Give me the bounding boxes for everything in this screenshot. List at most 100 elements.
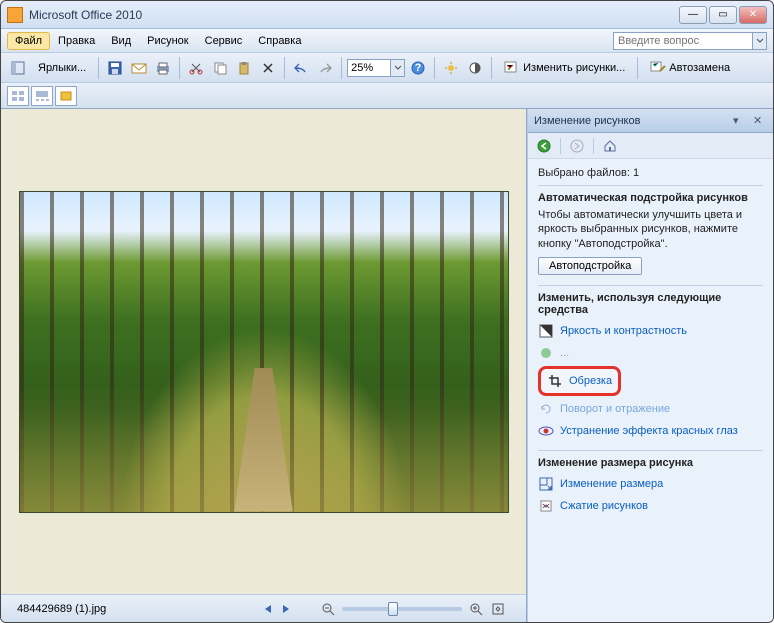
delete-button[interactable] bbox=[257, 57, 279, 79]
auto-brightness-button[interactable] bbox=[440, 57, 462, 79]
menu-tools[interactable]: Сервис bbox=[197, 32, 251, 50]
color-icon bbox=[538, 345, 554, 361]
clipboard-icon bbox=[237, 61, 251, 75]
chevron-down-icon bbox=[756, 38, 764, 44]
fit-window-button[interactable] bbox=[490, 601, 506, 617]
question-input[interactable] bbox=[613, 32, 753, 50]
brightness-contrast-icon bbox=[538, 323, 554, 339]
close-button[interactable]: ✕ bbox=[739, 6, 767, 24]
auto-contrast-button[interactable] bbox=[464, 57, 486, 79]
task-pane-menu-button[interactable]: ▾ bbox=[733, 114, 747, 128]
task-pane: Изменение рисунков ▾ ✕ Выбрано файлов: 1… bbox=[527, 109, 773, 622]
fit-icon bbox=[491, 602, 505, 616]
thumbnail-view-button[interactable] bbox=[7, 86, 29, 106]
brightness-icon bbox=[444, 61, 458, 75]
forest-image bbox=[19, 191, 509, 513]
print-button[interactable] bbox=[152, 57, 174, 79]
app-icon bbox=[7, 7, 23, 23]
chevron-down-icon bbox=[394, 65, 402, 71]
color-link[interactable]: ... bbox=[538, 342, 763, 364]
redo-icon bbox=[317, 62, 333, 74]
zoom-out-icon bbox=[321, 602, 335, 616]
zoom-in-button[interactable] bbox=[468, 601, 484, 617]
compress-link[interactable]: Сжатие рисунков bbox=[538, 495, 763, 517]
svg-text:?: ? bbox=[415, 62, 422, 74]
next-image-button[interactable] bbox=[278, 601, 294, 617]
task-pane-body: Выбрано файлов: 1 Автоматическая подстро… bbox=[528, 159, 773, 622]
rotate-link[interactable]: Поворот и отражение bbox=[538, 398, 763, 420]
auto-section-title: Автоматическая подстройка рисунков bbox=[538, 192, 763, 204]
home-icon bbox=[603, 139, 617, 153]
contrast-icon bbox=[468, 61, 482, 75]
menu-edit[interactable]: Правка bbox=[50, 32, 103, 50]
help-button[interactable]: ? bbox=[407, 57, 429, 79]
task-pane-close-button[interactable]: ✕ bbox=[753, 114, 767, 128]
auto-section-desc: Чтобы автоматически улучшить цвета и ярк… bbox=[538, 208, 763, 251]
envelope-icon bbox=[131, 61, 147, 75]
crop-link[interactable]: Обрезка bbox=[547, 373, 612, 389]
undo-button[interactable] bbox=[290, 57, 312, 79]
main-area: 484429689 (1).jpg Изменение рисунков ▾ ✕ bbox=[1, 109, 773, 622]
task-pane-nav bbox=[528, 133, 773, 159]
task-forward-button[interactable] bbox=[567, 137, 587, 155]
shortcuts-button[interactable]: Ярлыки... bbox=[31, 57, 93, 79]
tools-section-title: Изменить, используя следующие средства bbox=[538, 292, 763, 316]
eye-icon bbox=[538, 423, 554, 439]
statusbar: 484429689 (1).jpg bbox=[1, 594, 526, 622]
pane-icon bbox=[11, 61, 25, 75]
paste-button[interactable] bbox=[233, 57, 255, 79]
question-dropdown[interactable] bbox=[753, 32, 767, 50]
single-view-button[interactable] bbox=[55, 86, 77, 106]
printer-icon bbox=[155, 61, 171, 75]
app-window: Microsoft Office 2010 — ▭ ✕ Файл Правка … bbox=[0, 0, 774, 623]
resize-link[interactable]: Изменение размера bbox=[538, 473, 763, 495]
brightness-link[interactable]: Яркость и контрастность bbox=[538, 320, 763, 342]
redo-button[interactable] bbox=[314, 57, 336, 79]
paint-icon bbox=[504, 61, 520, 75]
crop-highlight: Обрезка bbox=[538, 366, 621, 396]
wand-icon bbox=[650, 61, 666, 75]
prev-image-button[interactable] bbox=[260, 601, 276, 617]
forward-icon bbox=[570, 139, 584, 153]
redeye-link[interactable]: Устранение эффекта красных глаз bbox=[538, 420, 763, 442]
menu-file[interactable]: Файл bbox=[7, 32, 50, 50]
triangle-right-icon bbox=[281, 604, 291, 614]
zoom-input[interactable] bbox=[347, 59, 391, 77]
undo-icon bbox=[293, 62, 309, 74]
menu-view[interactable]: Вид bbox=[103, 32, 139, 50]
zoom-slider[interactable] bbox=[342, 607, 462, 611]
filmstrip-icon bbox=[35, 90, 49, 102]
task-back-button[interactable] bbox=[534, 137, 554, 155]
menu-help[interactable]: Справка bbox=[250, 32, 309, 50]
grid-icon bbox=[11, 90, 25, 102]
auto-adjust-button[interactable]: Автоподстройка bbox=[538, 257, 642, 275]
rotate-icon bbox=[538, 401, 554, 417]
zoom-out-button[interactable] bbox=[320, 601, 336, 617]
mail-button[interactable] bbox=[128, 57, 150, 79]
task-pane-title: Изменение рисунков bbox=[534, 115, 733, 127]
menu-picture[interactable]: Рисунок bbox=[139, 32, 197, 50]
zoom-select[interactable] bbox=[347, 59, 405, 77]
crop-icon bbox=[547, 373, 563, 389]
task-pane-header: Изменение рисунков ▾ ✕ bbox=[528, 109, 773, 133]
zoom-thumb[interactable] bbox=[388, 602, 398, 616]
save-button[interactable] bbox=[104, 57, 126, 79]
triangle-left-icon bbox=[263, 604, 273, 614]
picture[interactable] bbox=[19, 191, 509, 513]
edit-pictures-button[interactable]: Изменить рисунки... bbox=[497, 57, 632, 79]
filename-label: 484429689 (1).jpg bbox=[11, 603, 106, 615]
minimize-button[interactable]: — bbox=[679, 6, 707, 24]
task-home-button[interactable] bbox=[600, 137, 620, 155]
maximize-button[interactable]: ▭ bbox=[709, 6, 737, 24]
delete-icon bbox=[262, 62, 274, 74]
cut-button[interactable] bbox=[185, 57, 207, 79]
zoom-dropdown[interactable] bbox=[391, 59, 405, 77]
copy-icon bbox=[213, 61, 227, 75]
floppy-icon bbox=[108, 61, 122, 75]
zoom-in-icon bbox=[469, 602, 483, 616]
view-toolbar bbox=[1, 83, 773, 109]
copy-button[interactable] bbox=[209, 57, 231, 79]
filmstrip-view-button[interactable] bbox=[31, 86, 53, 106]
autocorrect-button[interactable]: Автозамена bbox=[643, 57, 737, 79]
outline-pane-button[interactable] bbox=[7, 57, 29, 79]
